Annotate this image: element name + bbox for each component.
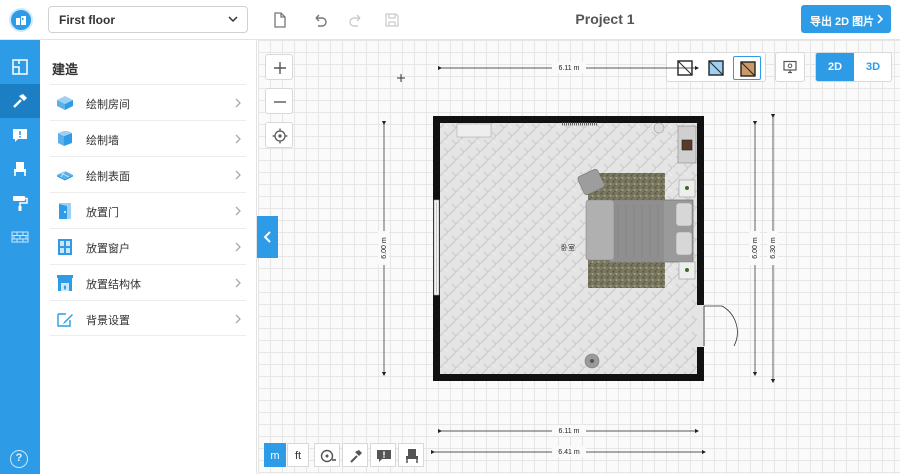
panel-item-label: 绘制房间 [86,99,130,111]
redo-icon[interactable] [346,10,366,30]
floor-selector[interactable]: First floor [48,6,248,33]
rail-item-furniture[interactable] [0,152,40,186]
chevron-right-icon [235,134,241,144]
dimension-right-outer[interactable]: 6.30 m [767,113,778,384]
dimension-right-inner[interactable]: 6.00 m [749,120,760,377]
panel-item-label: 绘制墙 [86,135,119,147]
window-icon [58,239,72,255]
panel-item-place-window[interactable]: 放置窗户 [50,228,246,264]
rail-item-materials[interactable] [0,220,40,254]
dimension-bottom-outer-label: 6.41 m [558,449,580,456]
chair[interactable] [653,122,665,134]
floorplan-icon [12,59,28,75]
bench[interactable] [585,199,615,261]
build-panel: 建造 绘制房间 绘制墙 绘制表面 放置门 放置窗户 放置结构体 背景设置 [40,40,257,474]
rail-item-floorplan[interactable] [0,50,40,84]
desk[interactable] [456,123,492,138]
dimension-bottom-inner-label: 6.11 m [559,428,580,435]
save-icon[interactable] [382,10,402,30]
panel-title: 建造 [52,62,79,77]
panel-item-label: 背景设置 [86,315,130,327]
project-title[interactable]: Project 1 [540,11,670,27]
panel-item-draw-surface[interactable]: 绘制表面 [50,156,246,192]
hammer-icon [350,450,362,463]
panel-item-label: 放置结构体 [86,279,141,291]
build-tool-button[interactable] [342,443,368,467]
chevron-right-icon [235,170,241,180]
dimension-top[interactable]: 6.11 m [437,62,700,73]
comment-tool-button[interactable] [370,443,396,467]
unit-metric-button[interactable]: m [264,443,286,467]
panel-item-draw-room[interactable]: 绘制房间 [50,84,246,120]
top-bar: First floor Project 1 导出 2D 图片 [0,0,900,40]
chevron-right-icon [235,314,241,324]
panel-item-background-settings[interactable]: 背景设置 [50,300,246,336]
chevron-down-icon [228,16,238,23]
comment-icon [377,450,391,462]
rail-item-build[interactable] [0,84,40,118]
chevron-right-icon [235,242,241,252]
undo-icon[interactable] [310,10,330,30]
comment-icon [13,129,27,142]
wall-icon [58,131,72,146]
measure-tool-button[interactable] [314,443,340,467]
room-label[interactable]: 卧室 [561,243,575,252]
chair-icon [14,162,26,176]
fireplace-icon [57,275,73,291]
chevron-right-icon [877,14,884,24]
dimension-bottom-inner[interactable]: 6.11 m [437,425,700,436]
dimension-top-label: 6.11 m [559,65,580,72]
dimension-left[interactable]: 6.00 m [378,120,389,377]
dimension-left-label: 6.00 m [381,237,388,259]
furniture-tool-button[interactable] [398,443,424,467]
dimension-right-outer-label: 6.30 m [770,237,777,259]
panel-item-place-door[interactable]: 放置门 [50,192,246,228]
floorplan-drawing[interactable]: 卧室 6.11 m 6.11 m 6.41 m 6.00 m 6.00 m 6.… [258,40,900,474]
cursor-crosshair [397,74,405,82]
pillow[interactable] [675,231,693,256]
dimension-bottom-outer[interactable]: 6.41 m [430,446,707,457]
logo-icon [16,16,26,25]
new-file-icon[interactable] [270,10,290,30]
floor-selector-value: First floor [59,13,115,27]
panel-item-place-structure[interactable]: 放置结构体 [50,264,246,300]
chevron-right-icon [235,278,241,288]
rail-item-comment[interactable] [0,118,40,152]
door-icon [59,203,71,219]
panel-item-label: 放置门 [86,207,119,219]
panel-item-draw-wall[interactable]: 绘制墙 [50,120,246,156]
dimension-right-inner-label: 6.00 m [752,237,759,259]
door-swing [704,305,738,347]
unit-imperial-button[interactable]: ft [287,443,309,467]
export-2d-button[interactable]: 导出 2D 图片 [801,5,891,33]
pillow[interactable] [675,202,693,227]
tool-rail: ? [0,40,40,474]
chevron-right-icon [235,206,241,216]
hammer-icon [13,94,27,108]
rail-item-paint[interactable] [0,186,40,220]
panel-item-label: 放置窗户 [86,243,130,255]
panel-item-label: 绘制表面 [86,171,130,183]
brick-wall-icon [11,231,29,243]
paint-roller-icon [13,196,28,211]
export-2d-label: 导出 2D 图片 [810,16,875,28]
chair-icon [406,449,418,463]
chevron-right-icon [235,98,241,108]
app-logo[interactable] [9,8,33,32]
surface-icon [57,170,73,181]
help-icon[interactable]: ? [10,450,28,468]
edit-background-icon [57,313,73,327]
room-cube-icon [57,96,73,110]
tape-measure-icon [320,449,336,463]
